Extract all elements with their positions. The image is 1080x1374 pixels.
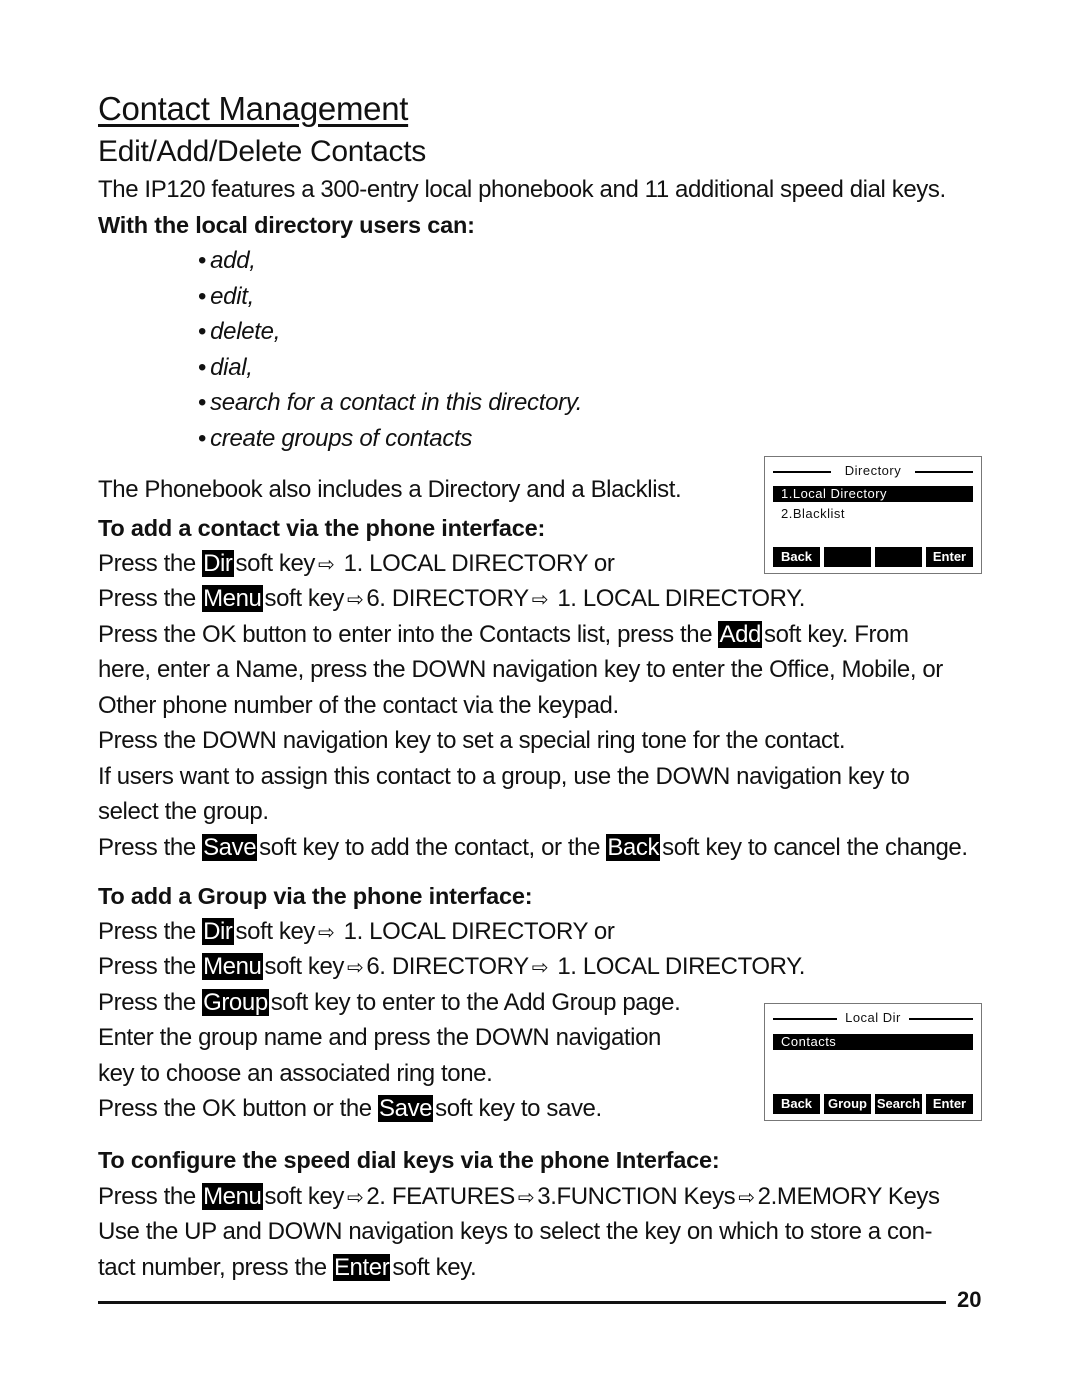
screen-menu-item: 2.Blacklist <box>781 506 846 521</box>
arrow-icon: ⇨ <box>318 554 335 576</box>
screen-softkeys: Back Enter <box>773 547 973 567</box>
add-contact-heading: To add a contact via the phone interface… <box>98 515 546 541</box>
softkey-menu: Menu <box>202 1183 263 1210</box>
softkey-dir: Dir <box>202 918 234 945</box>
add-group-heading: To add a Group via the phone interface: <box>98 883 533 909</box>
arrow-icon: ⇨ <box>738 1187 755 1209</box>
arrow-icon: ⇨ <box>347 589 364 611</box>
speed-dial-step: Use the UP and DOWN navigation keys to s… <box>98 1218 933 1245</box>
add-contact-step: Press the Menu soft key ⇨ 6. DIRECTORY ⇨ 1. … <box>98 584 805 615</box>
add-contact-step: Press the OK button to enter into the Co… <box>98 621 909 648</box>
add-group-step: key to choose an associated ring tone. <box>98 1060 493 1087</box>
arrow-icon: ⇨ <box>531 957 549 979</box>
softkey-save: Save <box>378 1095 434 1122</box>
softkey-save: Save <box>202 834 258 861</box>
screen-softkeys: Back Group Search Enter <box>773 1094 973 1114</box>
screen-title: Local Dir <box>773 1010 973 1026</box>
arrow-icon: ⇨ <box>347 1187 364 1209</box>
speed-dial-heading: To configure the speed dial keys via the… <box>98 1147 720 1173</box>
screen-menu-item: 1.Local Directory <box>773 486 973 502</box>
phone-screen-directory: Directory 1.Local Directory 2.Blacklist … <box>764 456 982 574</box>
softkey-enter: Enter <box>332 1254 391 1281</box>
softkey-blank <box>875 547 922 567</box>
softkey-back: Back <box>606 834 661 861</box>
add-group-step: Press the Group soft key to enter to the … <box>98 989 681 1016</box>
softkey-enter: Enter <box>926 547 973 567</box>
softkey-add: Add <box>718 621 762 648</box>
softkey-group: Group <box>824 1094 871 1114</box>
add-group-step: Press the Menu soft key ⇨ 6. DIRECTORY ⇨ 1. … <box>98 952 805 983</box>
users-can-heading: With the local directory users can: <box>98 212 475 238</box>
section-title: Edit/Add/Delete Contacts <box>98 135 426 168</box>
softkey-blank <box>824 547 871 567</box>
softkey-dir: Dir <box>202 550 234 577</box>
add-contact-step: Other phone number of the contact via th… <box>98 692 619 719</box>
add-group-step: Press the Dir soft key ⇨ 1. LOCAL DIRECTOR… <box>98 917 615 948</box>
arrow-icon: ⇨ <box>531 589 549 611</box>
add-contact-step: If users want to assign this contact to … <box>98 763 910 790</box>
add-contact-step: here, enter a Name, press the DOWN navig… <box>98 656 943 683</box>
bullet-item: • search for a contact in this directory. <box>198 389 583 416</box>
add-contact-step: Press the Dir soft key ⇨ 1. LOCAL DIRECTOR… <box>98 549 615 580</box>
softkey-group: Group <box>202 989 269 1016</box>
intro-text: The IP120 features a 300-entry local pho… <box>98 176 946 203</box>
softkey-menu: Menu <box>202 585 263 612</box>
page-number: 20 <box>957 1287 982 1312</box>
screen-title: Directory <box>773 463 973 479</box>
phonebook-note: The Phonebook also includes a Directory … <box>98 476 682 503</box>
arrow-icon: ⇨ <box>318 922 335 944</box>
softkey-back: Back <box>773 547 820 567</box>
bullet-item: • create groups of contacts <box>198 425 473 452</box>
bullet-item: • delete, <box>198 318 281 345</box>
bullet-item: • edit, <box>198 283 254 310</box>
speed-dial-step: Press the Menu soft key ⇨ 2. FEATURES ⇨ 3.FUN… <box>98 1182 940 1213</box>
softkey-menu: Menu <box>202 953 263 980</box>
softkey-enter: Enter <box>926 1094 973 1114</box>
arrow-icon: ⇨ <box>517 1187 535 1209</box>
bullet-item: • dial, <box>198 354 253 381</box>
add-group-step: Enter the group name and press the DOWN … <box>98 1024 661 1051</box>
bullet-item: • add, <box>198 247 256 274</box>
page-title: Contact Management <box>98 90 409 127</box>
arrow-icon: ⇨ <box>347 957 364 979</box>
screen-menu-item: Contacts <box>773 1034 973 1050</box>
add-contact-step: Press the Save soft key to add the contac… <box>98 834 968 861</box>
add-contact-step: select the group. <box>98 798 269 825</box>
add-contact-step: Press the DOWN navigation key to set a s… <box>98 727 846 754</box>
phone-screen-local-dir: Local Dir Contacts Back Group Search Ent… <box>764 1003 982 1121</box>
softkey-back: Back <box>773 1094 820 1114</box>
softkey-search: Search <box>875 1094 922 1114</box>
footer-rule <box>98 1301 946 1304</box>
speed-dial-step: tact number, press the Enter soft key. <box>98 1254 477 1281</box>
add-group-step: Press the OK button or the Save soft key … <box>98 1095 602 1122</box>
